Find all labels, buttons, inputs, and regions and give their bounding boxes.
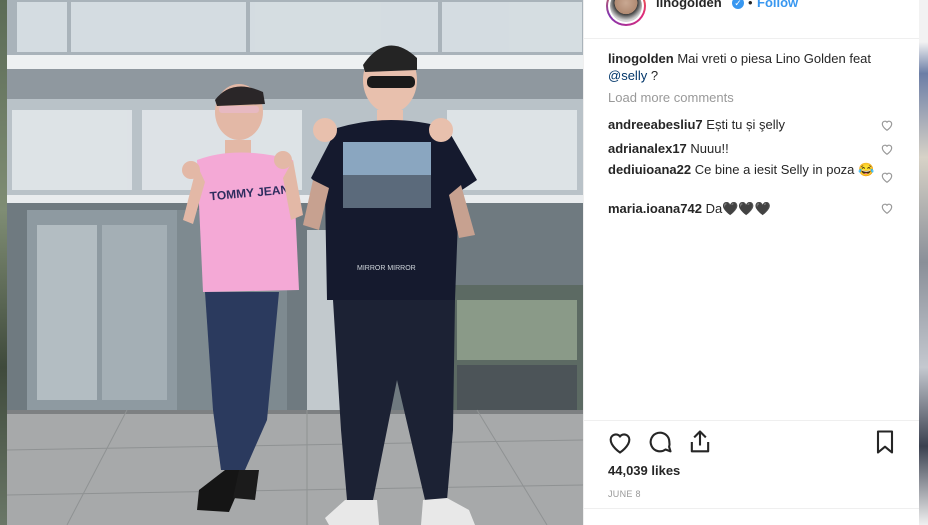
comment-item: andreeabesliu7 Ești tu și şelly [608, 116, 878, 133]
post-caption: linogolden Mai vreti o piesa Lino Golden… [608, 50, 898, 84]
comment-username[interactable]: dediuioana22 [608, 162, 691, 177]
bookmark-icon[interactable] [871, 428, 899, 456]
follow-button[interactable]: Follow [757, 0, 798, 10]
post-date[interactable]: JUNE 8 [608, 489, 641, 499]
post-header: linogolden ✓ • Follow [584, 0, 919, 39]
small-heart-icon[interactable] [880, 118, 894, 132]
comment-text: Nuuu!! [690, 141, 729, 156]
post-panel: linogolden ✓ • Follow linogolden Mai vre… [583, 0, 919, 525]
share-icon[interactable] [686, 428, 714, 456]
small-heart-icon[interactable] [880, 142, 894, 156]
post-photo[interactable]: TOMMY JEANS MIRROR MIRROR [7, 0, 583, 525]
comment-item: dediuioana22 Ce bine a iesit Selly in po… [608, 161, 878, 178]
small-heart-icon[interactable] [880, 201, 894, 215]
likes-count[interactable]: 44,039 likes [608, 463, 680, 478]
photo-illustration: TOMMY JEANS MIRROR MIRROR [7, 0, 583, 525]
avatar[interactable] [606, 0, 646, 26]
background-strip-right [918, 0, 928, 525]
comment-username[interactable]: adrianalex17 [608, 141, 687, 156]
comment-text: Da🖤🖤🖤 [705, 201, 771, 216]
right-shirt-text: MIRROR MIRROR [357, 265, 416, 272]
comment-item: adrianalex17 Nuuu!! [608, 140, 878, 157]
load-more-comments-button[interactable]: Load more comments [608, 90, 734, 105]
caption-tail: ? [647, 68, 659, 83]
comment-item: maria.ioana742 Da🖤🖤🖤 [608, 200, 878, 217]
header-username[interactable]: linogolden [656, 0, 722, 10]
background-strip-left [0, 0, 7, 525]
avatar-image [610, 0, 642, 22]
divider [584, 420, 919, 421]
comment-text: Ești tu și şelly [706, 117, 786, 132]
verified-badge-icon: ✓ [732, 0, 744, 9]
comment-icon[interactable] [646, 428, 674, 456]
divider [584, 508, 919, 509]
caption-text: Mai vreti o piesa Lino Golden feat [677, 51, 872, 66]
comment-text: Ce bine a iesit Selly in poza 😂 [694, 162, 875, 177]
small-heart-icon[interactable] [880, 170, 894, 184]
caption-username[interactable]: linogolden [608, 51, 674, 66]
header-separator: • [748, 0, 753, 10]
comment-username[interactable]: andreeabesliu7 [608, 117, 703, 132]
heart-icon[interactable] [606, 428, 634, 456]
comment-username[interactable]: maria.ioana742 [608, 201, 702, 216]
caption-mention[interactable]: @selly [608, 68, 647, 83]
